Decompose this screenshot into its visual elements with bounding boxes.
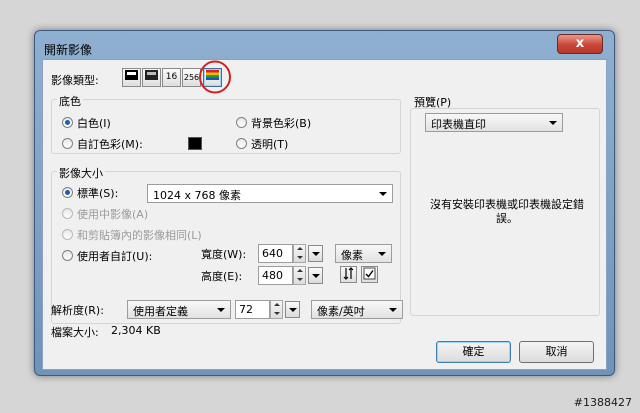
chevron-down-icon <box>389 308 397 312</box>
bg-background-color-label: 背景色彩(B) <box>251 117 312 130</box>
custom-color-swatch[interactable] <box>188 137 202 150</box>
width-label: 寬度(W): <box>201 248 247 261</box>
watermark-text: #1388427 <box>573 396 632 409</box>
bg-transparent-radio[interactable] <box>236 138 247 149</box>
bg-custom-radio[interactable] <box>62 138 73 149</box>
bg-white-label: 白色(I) <box>77 117 111 130</box>
preview-mode-dropdown[interactable]: 印表機直印 <box>425 113 563 132</box>
checkmark-icon <box>363 267 376 280</box>
height-spinner[interactable] <box>293 266 306 285</box>
preview-message: 沒有安裝印表機或印表機設定錯誤。 <box>430 198 584 225</box>
resolution-spinner[interactable] <box>270 300 283 319</box>
highlight-circle <box>199 60 231 94</box>
width-input[interactable]: 640 <box>258 244 293 263</box>
size-use-image-radio[interactable] <box>62 208 73 219</box>
cancel-button[interactable]: 取消 <box>519 341 594 363</box>
chevron-down-icon <box>549 121 557 125</box>
standard-size-value: 1024 x 768 像素 <box>153 189 241 202</box>
resolution-input[interactable]: 72 <box>235 300 270 319</box>
dialog-title: 開新影像 <box>44 43 93 57</box>
size-unit-value: 像素 <box>341 249 363 262</box>
background-group-label: 底色 <box>57 93 83 109</box>
size-clipboard-label: 和剪貼簿內的影像相同(L) <box>77 229 202 242</box>
new-image-dialog: 開新影像 x 影像類型: 16 256 底色 白色(I) 背景色彩(B) 自訂色… <box>34 30 615 376</box>
standard-size-dropdown[interactable]: 1024 x 768 像素 <box>147 184 393 203</box>
width-dropdown-button[interactable] <box>308 245 323 262</box>
bg-custom-label: 自訂色彩(M): <box>77 138 143 151</box>
preview-mode-value: 印表機直印 <box>431 118 486 131</box>
chevron-down-icon <box>217 308 225 312</box>
bg-white-radio[interactable] <box>62 117 73 128</box>
resolution-dropdown-button[interactable] <box>285 301 300 318</box>
size-unit-dropdown[interactable]: 像素 <box>335 244 392 263</box>
resolution-unit-value: 像素/英吋 <box>317 305 365 318</box>
resolution-preset-dropdown[interactable]: 使用者定義 <box>127 300 231 319</box>
height-label: 高度(E): <box>201 270 243 283</box>
image-type-label: 影像類型: <box>51 74 99 87</box>
close-button[interactable]: x <box>557 34 603 54</box>
image-size-group-label: 影像大小 <box>57 165 105 181</box>
chevron-down-icon <box>379 192 387 196</box>
monitor-gray-icon <box>145 70 158 80</box>
width-spinner[interactable] <box>293 244 306 263</box>
type-bw-button[interactable] <box>122 68 141 87</box>
keep-ratio-button[interactable] <box>361 266 378 283</box>
chevron-down-icon <box>378 252 386 256</box>
swap-arrows-icon <box>343 267 354 280</box>
file-size-label: 檔案大小: <box>51 326 99 339</box>
size-standard-radio[interactable] <box>62 187 73 198</box>
resolution-label: 解析度(R): <box>51 304 104 317</box>
size-user-defined-label: 使用者自訂(U): <box>77 250 153 263</box>
resolution-preset-value: 使用者定義 <box>133 305 188 318</box>
monitor-bw-icon <box>125 70 138 80</box>
type-16-button[interactable]: 16 <box>162 68 181 87</box>
type-gray-button[interactable] <box>142 68 161 87</box>
resolution-unit-dropdown[interactable]: 像素/英吋 <box>311 300 403 319</box>
ok-button[interactable]: 確定 <box>436 341 511 363</box>
size-clipboard-radio[interactable] <box>62 229 73 240</box>
bg-transparent-label: 透明(T) <box>251 138 289 151</box>
bg-background-color-radio[interactable] <box>236 117 247 128</box>
size-user-defined-radio[interactable] <box>62 250 73 261</box>
swap-dimensions-button[interactable] <box>340 266 357 283</box>
height-input[interactable]: 480 <box>258 266 293 285</box>
height-dropdown-button[interactable] <box>308 267 323 284</box>
dialog-client-area: 影像類型: 16 256 底色 白色(I) 背景色彩(B) 自訂色彩(M): 透… <box>42 59 607 370</box>
file-size-value: 2,304 KB <box>111 324 161 337</box>
size-use-image-label: 使用中影像(A) <box>77 208 149 221</box>
size-standard-label: 標準(S): <box>77 187 119 200</box>
